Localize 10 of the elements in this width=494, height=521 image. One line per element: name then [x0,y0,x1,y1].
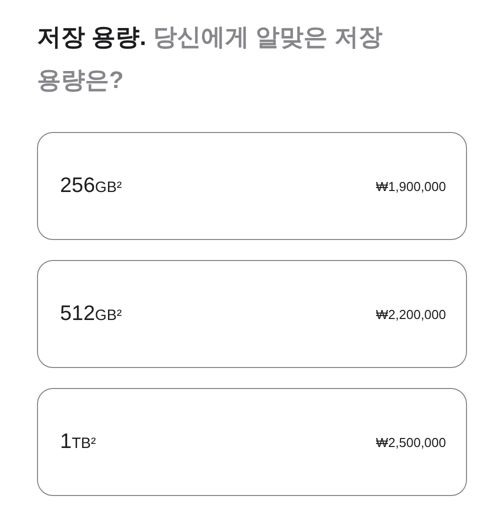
storage-option[interactable]: 256GB² ₩1,900,000 [37,132,467,240]
storage-option[interactable]: 1TB² ₩2,500,000 [37,388,467,496]
price-label: ₩2,500,000 [376,434,446,450]
capacity-label: 512GB² [60,302,122,326]
capacity-label: 1TB² [60,430,96,454]
storage-option[interactable]: 512GB² ₩2,200,000 [37,260,467,368]
price-label: ₩2,200,000 [376,306,446,322]
price-label: ₩1,900,000 [376,178,446,194]
capacity-label: 256GB² [60,174,122,198]
section-heading: 저장 용량. 당신에게 알맞은 저장 용량은? [37,23,384,96]
